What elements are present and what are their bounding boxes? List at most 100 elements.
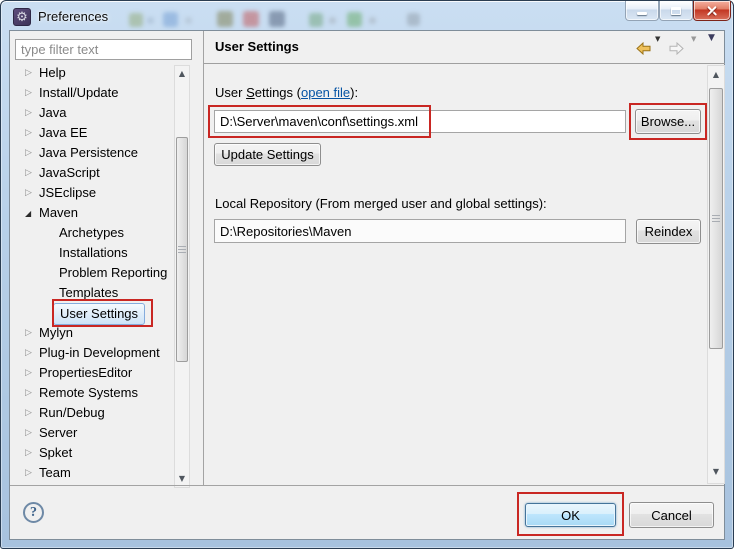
tree-item-maven[interactable]: ◢ Maven — [10, 203, 172, 223]
tree-collapsed-icon[interactable]: ▷ — [25, 326, 32, 340]
tree-item-jseclipse[interactable]: ▷ JSEclipse — [10, 183, 172, 203]
tree-collapsed-icon[interactable]: ▷ — [25, 126, 32, 140]
user-settings-path-field[interactable] — [214, 110, 626, 133]
tree-item-java[interactable]: ▷ Java — [10, 103, 172, 123]
tree-item-label: Team — [39, 465, 71, 480]
maximize-button[interactable] — [659, 1, 693, 21]
scroll-up-arrow-icon[interactable]: ▲ — [708, 69, 724, 81]
tree-collapsed-icon[interactable]: ▷ — [25, 346, 32, 360]
scrollbar-grip — [178, 246, 186, 254]
tree-item-java-ee[interactable]: ▷ Java EE — [10, 123, 172, 143]
tree-item-user-settings[interactable]: User Settings — [10, 299, 172, 327]
content-scrollbar[interactable]: ▲ ▼ — [707, 65, 725, 484]
tree-item-label: Run/Debug — [39, 405, 105, 420]
tree-item-installations[interactable]: Installations — [10, 243, 172, 263]
tree-item-java-persistence[interactable]: ▷ Java Persistence — [10, 143, 172, 163]
footer-separator — [10, 485, 724, 486]
tree-item-label: Maven — [39, 205, 79, 220]
tree-item-mylyn[interactable]: ▷ Mylyn — [10, 323, 172, 343]
tree-item-javascript[interactable]: ▷ JavaScript — [10, 163, 172, 183]
screenshot-stage: ⚙ Preferences type filter text ▷ Help ▷ … — [0, 0, 734, 549]
ghost-toolbar-icon — [163, 12, 178, 27]
ghost-toolbar-icon — [217, 11, 233, 27]
ghost-toolbar-icon — [129, 13, 143, 27]
forward-history-dropdown-icon[interactable]: ▼ — [691, 35, 696, 43]
ghost-toolbar-icon — [369, 17, 376, 24]
window-title: Preferences — [38, 9, 109, 24]
tree-item-remote-systems[interactable]: ▷ Remote Systems — [10, 383, 172, 403]
maximize-icon — [671, 7, 681, 15]
tree-item-templates[interactable]: Templates — [10, 283, 172, 303]
tree-collapsed-icon[interactable]: ▷ — [25, 386, 32, 400]
tree-expanded-icon[interactable]: ◢ — [25, 207, 31, 221]
page-title: User Settings — [215, 39, 299, 54]
tree-item-label: Java EE — [39, 125, 88, 140]
tree-item-label: Remote Systems — [39, 385, 138, 400]
tree-collapsed-icon[interactable]: ▷ — [25, 86, 32, 100]
content-scrollbar-thumb[interactable] — [709, 88, 723, 349]
gear-icon: ⚙ — [13, 8, 31, 26]
tree-item-team[interactable]: ▷ Team — [10, 463, 172, 483]
tree-collapsed-icon[interactable]: ▷ — [25, 426, 32, 440]
scroll-down-arrow-icon[interactable]: ▼ — [175, 473, 189, 485]
local-repository-path-field[interactable] — [214, 219, 626, 243]
tree-item-server[interactable]: ▷ Server — [10, 423, 172, 443]
cancel-button[interactable]: Cancel — [629, 502, 714, 528]
tree-item-label: PropertiesEditor — [39, 365, 133, 380]
panel-separator — [203, 31, 204, 485]
tree-collapsed-icon[interactable]: ▷ — [25, 466, 32, 480]
tree-collapsed-icon[interactable]: ▷ — [25, 446, 32, 460]
tree-collapsed-icon[interactable]: ▷ — [25, 146, 32, 160]
minimize-button[interactable] — [625, 1, 659, 21]
tree-item-label: Problem Reporting — [59, 265, 168, 280]
filter-input[interactable] — [15, 39, 192, 60]
tree-item-help[interactable]: ▷ Help — [10, 63, 172, 83]
tree-item-label: Help — [39, 65, 66, 80]
help-button[interactable]: ? — [23, 502, 44, 523]
view-menu-icon[interactable]: ▼ — [708, 33, 715, 43]
scrollbar-grip — [712, 215, 720, 223]
tree-collapsed-icon[interactable]: ▷ — [25, 406, 32, 420]
close-button[interactable] — [693, 1, 731, 21]
tree-item-label: JavaScript — [39, 165, 100, 180]
tree-item-label: Installations — [59, 245, 128, 260]
ghost-toolbar-icon — [147, 17, 154, 24]
ok-button[interactable]: OK — [525, 503, 616, 527]
header-separator — [204, 63, 725, 64]
update-settings-button[interactable]: Update Settings — [214, 143, 321, 166]
tree-collapsed-icon[interactable]: ▷ — [25, 166, 32, 180]
tree-item-plug-in-development[interactable]: ▷ Plug-in Development — [10, 343, 172, 363]
tree-collapsed-icon[interactable]: ▷ — [25, 106, 32, 120]
tree-collapsed-icon[interactable]: ▷ — [25, 366, 32, 380]
tree-item-label: Templates — [59, 285, 119, 300]
tree-item-propertieseditor[interactable]: ▷ PropertiesEditor — [10, 363, 172, 383]
scroll-down-arrow-icon[interactable]: ▼ — [708, 466, 724, 478]
ghost-toolbar-icon — [407, 13, 420, 26]
local-repository-label: Local Repository (From merged user and g… — [215, 196, 547, 211]
tree-item-run-debug[interactable]: ▷ Run/Debug — [10, 403, 172, 423]
tree-item-label: Install/Update — [39, 85, 119, 100]
forward-arrow-icon[interactable] — [669, 42, 684, 56]
tree-item-problem-reporting[interactable]: Problem Reporting — [10, 263, 172, 283]
titlebar[interactable]: ⚙ Preferences — [1, 1, 733, 30]
ghost-toolbar-icon — [347, 12, 362, 27]
tree-item-label: Server — [39, 425, 78, 440]
tree-scrollbar-thumb[interactable] — [176, 137, 188, 362]
tree-item-install-update[interactable]: ▷ Install/Update — [10, 83, 172, 103]
reindex-button[interactable]: Reindex — [636, 219, 701, 244]
ghost-toolbar-icon — [329, 17, 336, 24]
tree-scrollbar[interactable]: ▲ ▼ — [174, 65, 190, 488]
ghost-toolbar-icon — [309, 13, 323, 27]
tree-collapsed-icon[interactable]: ▷ — [25, 186, 32, 200]
tree-collapsed-icon[interactable]: ▷ — [25, 66, 32, 80]
dialog-content: ▷ Help ▷ Install/Update ▷ Java ▷ Java EE ▷ Java P… — [9, 30, 725, 540]
open-file-link[interactable]: open file — [301, 85, 350, 100]
tree-item-spket[interactable]: ▷ Spket — [10, 443, 172, 463]
minimize-icon — [637, 12, 647, 15]
tree-item-label: Mylyn — [39, 325, 73, 340]
browse-button[interactable]: Browse... — [635, 109, 701, 134]
tree-item-archetypes[interactable]: Archetypes — [10, 223, 172, 243]
back-history-dropdown-icon[interactable]: ▼ — [655, 35, 660, 43]
scroll-up-arrow-icon[interactable]: ▲ — [175, 68, 189, 80]
back-arrow-icon[interactable] — [636, 42, 651, 56]
